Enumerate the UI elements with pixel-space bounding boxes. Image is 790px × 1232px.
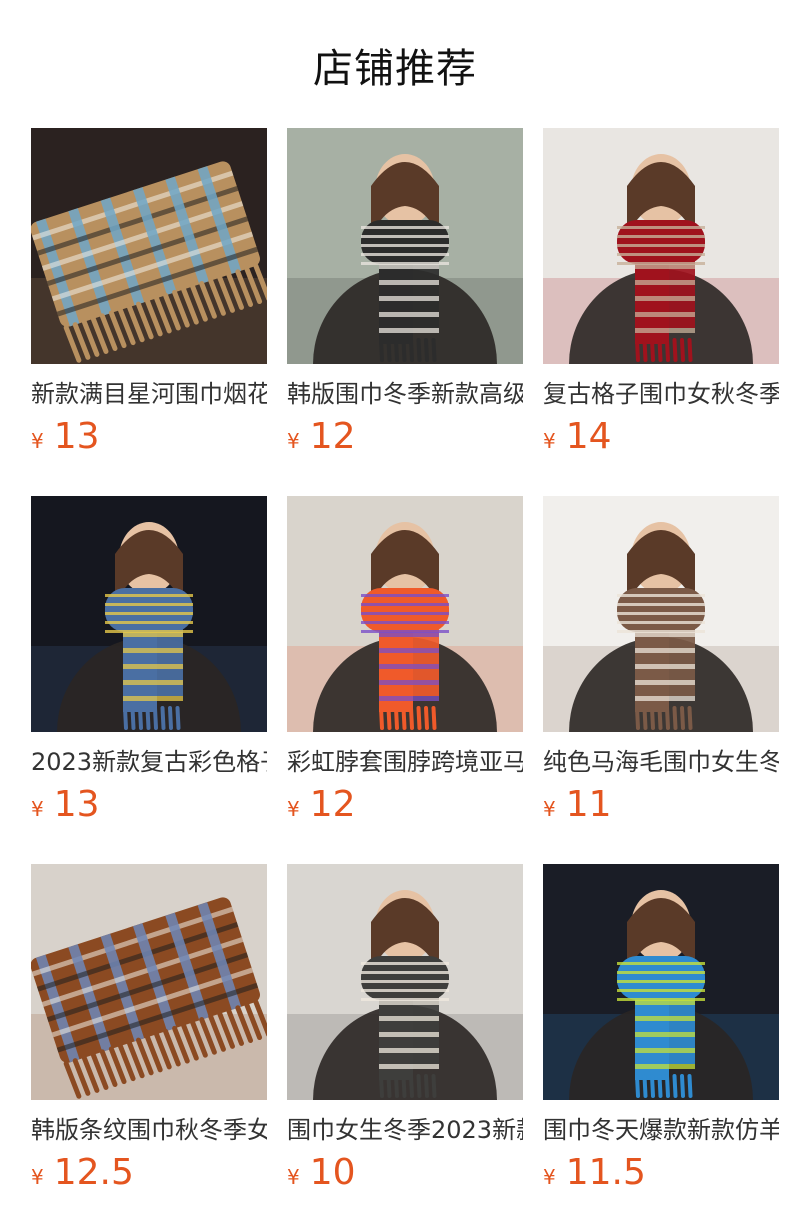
product-name[interactable]: 围巾女生冬季2023新款 (287, 1114, 523, 1146)
product-card[interactable]: 围巾女生冬季2023新款 ¥ 10 (287, 864, 523, 1212)
currency-symbol: ¥ (287, 1165, 300, 1189)
currency-symbol: ¥ (31, 797, 44, 821)
product-price: ¥ 13 (31, 416, 100, 457)
price-amount: 11 (565, 784, 612, 825)
product-card[interactable]: 韩版条纹围巾秋冬季女 ¥ 12.5 (31, 864, 267, 1212)
product-price: ¥ 12.5 (31, 1152, 134, 1193)
price-amount: 10 (309, 1152, 356, 1193)
price-amount: 13 (53, 416, 100, 457)
product-name[interactable]: 新款满目星河围巾烟花 (31, 378, 267, 410)
product-name[interactable]: 彩虹脖套围脖跨境亚马逊 (287, 746, 523, 778)
currency-symbol: ¥ (543, 429, 556, 453)
product-image[interactable] (287, 496, 523, 732)
product-image[interactable] (543, 864, 779, 1100)
page-title: 店铺推荐 (313, 46, 477, 92)
currency-symbol: ¥ (287, 797, 300, 821)
product-image[interactable] (287, 864, 523, 1100)
price-amount: 12.5 (53, 1152, 134, 1193)
product-price: ¥ 14 (543, 416, 612, 457)
product-card[interactable]: 韩版围巾冬季新款高级 ¥ 12 (287, 128, 523, 476)
product-card[interactable]: 复古格子围巾女秋冬季 ¥ 14 (543, 128, 779, 476)
product-image[interactable] (543, 128, 779, 364)
product-price: ¥ 12 (287, 784, 356, 825)
product-name[interactable]: 2023新款复古彩色格子 (31, 746, 267, 778)
product-price: ¥ 11.5 (543, 1152, 646, 1193)
product-card[interactable]: 2023新款复古彩色格子 ¥ 13 (31, 496, 267, 844)
product-image[interactable] (543, 496, 779, 732)
price-amount: 12 (309, 416, 356, 457)
product-price: ¥ 11 (543, 784, 612, 825)
product-image[interactable] (287, 128, 523, 364)
price-amount: 12 (309, 784, 356, 825)
currency-symbol: ¥ (543, 1165, 556, 1189)
product-card[interactable]: 彩虹脖套围脖跨境亚马逊 ¥ 12 (287, 496, 523, 844)
product-price: ¥ 12 (287, 416, 356, 457)
product-card[interactable]: 新款满目星河围巾烟花 ¥ 13 (31, 128, 267, 476)
price-amount: 13 (53, 784, 100, 825)
product-name[interactable]: 围巾冬天爆款新款仿羊绒 (543, 1114, 779, 1146)
currency-symbol: ¥ (31, 429, 44, 453)
product-image[interactable] (31, 496, 267, 732)
price-amount: 11.5 (565, 1152, 646, 1193)
product-image[interactable] (31, 864, 267, 1100)
product-card[interactable]: 围巾冬天爆款新款仿羊绒 ¥ 11.5 (543, 864, 779, 1212)
product-name[interactable]: 复古格子围巾女秋冬季 (543, 378, 779, 410)
product-image[interactable] (31, 128, 267, 364)
product-name[interactable]: 纯色马海毛围巾女生冬季 (543, 746, 779, 778)
price-amount: 14 (565, 416, 612, 457)
product-name[interactable]: 韩版围巾冬季新款高级 (287, 378, 523, 410)
product-price: ¥ 10 (287, 1152, 356, 1193)
currency-symbol: ¥ (287, 429, 300, 453)
product-price: ¥ 13 (31, 784, 100, 825)
product-name[interactable]: 韩版条纹围巾秋冬季女 (31, 1114, 267, 1146)
product-grid: 新款满目星河围巾烟花 ¥ 13 韩版围巾冬季新款高级 ¥ 12 复古格子围巾女秋… (31, 128, 779, 1212)
currency-symbol: ¥ (31, 1165, 44, 1189)
product-card[interactable]: 纯色马海毛围巾女生冬季 ¥ 11 (543, 496, 779, 844)
currency-symbol: ¥ (543, 797, 556, 821)
